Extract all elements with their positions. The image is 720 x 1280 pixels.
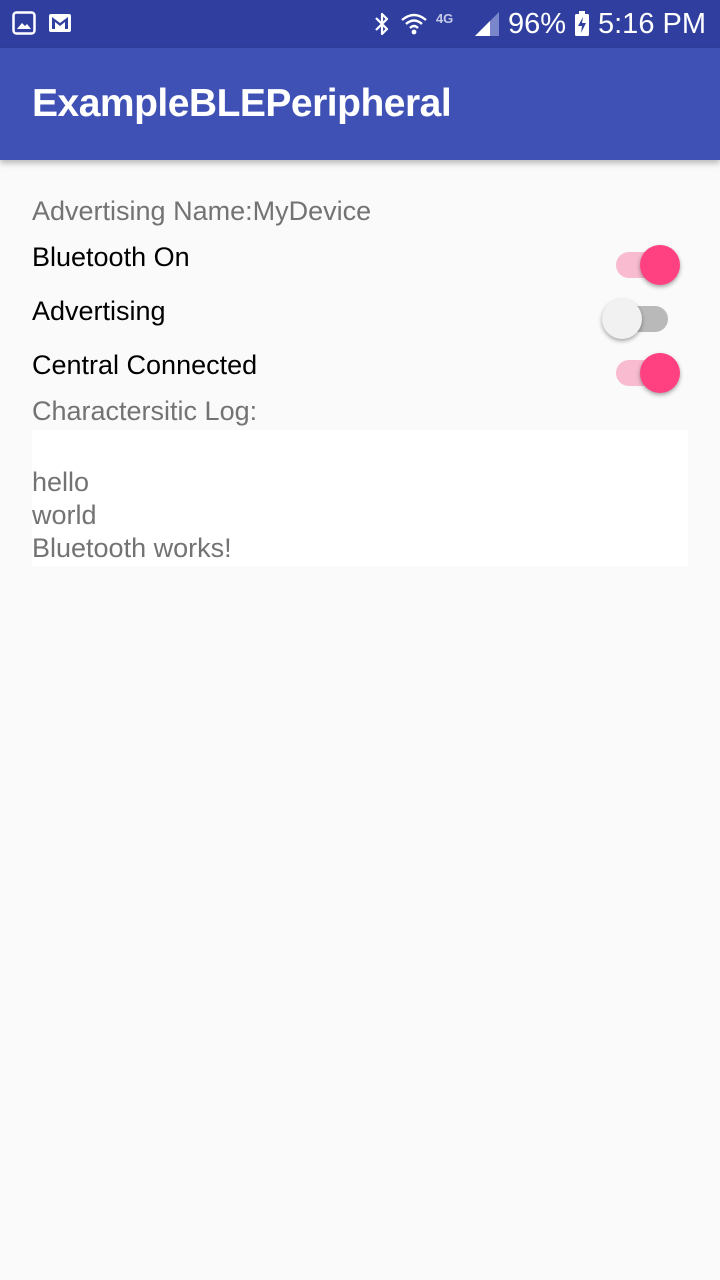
status-bar: 4G 96% 5:16 PM	[0, 0, 720, 48]
advertising-name-label: Advertising Name:MyDevice	[32, 196, 372, 226]
signal-icon	[474, 12, 499, 36]
network-type-label: 4G	[435, 11, 454, 26]
bluetooth-on-label: Bluetooth On	[32, 242, 190, 272]
advertising-row[interactable]: Advertising	[32, 288, 688, 342]
advertising-switch[interactable]	[602, 299, 668, 339]
central-connected-row[interactable]: Central Connected	[32, 342, 688, 396]
bluetooth-icon	[375, 12, 389, 36]
gmail-icon	[49, 14, 71, 32]
status-indicators: 4G 96% 5:16 PM	[372, 0, 706, 48]
app-title: ExampleBLEPeripheral	[32, 82, 452, 125]
switch-thumb	[640, 245, 680, 285]
central-connected-switch[interactable]	[616, 353, 680, 393]
bluetooth-on-switch[interactable]	[616, 245, 680, 285]
notification-icons	[12, 11, 72, 35]
central-connected-label: Central Connected	[32, 350, 258, 380]
switch-thumb	[602, 299, 642, 339]
app-bar: ExampleBLEPeripheral	[0, 48, 720, 160]
characteristic-log-label: Charactersitic Log:	[32, 396, 258, 426]
battery-charging-icon	[575, 11, 589, 36]
characteristic-log: hello world Bluetooth works!	[32, 430, 688, 566]
log-line: hello	[32, 467, 90, 497]
wifi-icon	[401, 13, 427, 35]
clock: 5:16 PM	[598, 7, 706, 40]
image-icon	[12, 11, 36, 35]
log-line: world	[32, 500, 97, 530]
network-4g-icon: 4G	[436, 11, 466, 37]
log-line: Bluetooth works!	[32, 533, 232, 563]
advertising-label: Advertising	[32, 296, 166, 326]
log-lines: hello world Bluetooth works!	[32, 466, 232, 565]
bluetooth-on-row[interactable]: Bluetooth On	[32, 234, 688, 288]
battery-percentage: 96%	[507, 7, 566, 40]
switch-thumb	[640, 353, 680, 393]
